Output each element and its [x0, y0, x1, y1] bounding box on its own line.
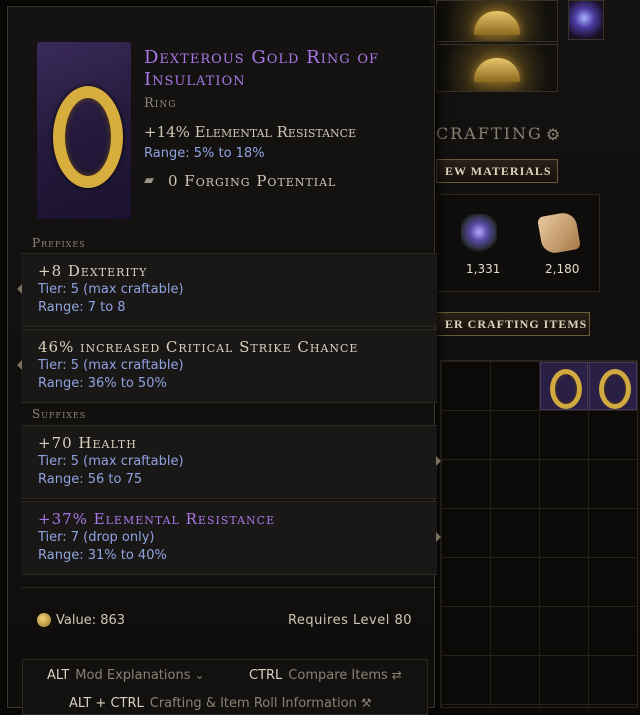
scroll-count: 2,180	[545, 262, 580, 276]
item-name: Dexterous Gold Ring of Insulation	[144, 47, 380, 90]
affix-tier: Tier: 5 (max craftable)	[38, 454, 184, 469]
affix-tier: Tier: 7 (drop only)	[38, 530, 155, 545]
crafting-title: CRAFTING	[436, 124, 543, 143]
prefixes-header: Prefixes	[32, 236, 86, 250]
inventory-grid[interactable]	[440, 360, 638, 708]
hint-label: Mod Explanations	[75, 668, 191, 683]
affix-marker-icon	[436, 456, 441, 466]
affix-range: Range: 31% to 40%	[38, 548, 167, 563]
ctrl-key: CTRL	[249, 668, 283, 683]
gold-ring-icon	[53, 86, 123, 188]
anvil-icon: ▰	[144, 173, 154, 188]
implicit-modifier: +14% Elemental Resistance	[144, 123, 357, 141]
sun-emblem-icon	[474, 58, 520, 83]
affix-name: 46% increased Critical Strike Chance	[38, 338, 359, 356]
alt-ctrl-key: ALT + CTRL	[69, 696, 144, 711]
affix-marker-icon	[17, 284, 22, 294]
equipment-slot-top[interactable]	[436, 0, 558, 42]
equipment-slot-middle[interactable]	[436, 44, 558, 92]
chevron-down-icon: ⌄	[194, 668, 205, 682]
prefix-affix: 46% increased Critical Strike Chance Tie…	[17, 329, 437, 403]
affix-marker-icon	[436, 532, 441, 542]
implicit-range: Range: 5% to 18%	[144, 146, 265, 161]
affix-tier: Tier: 5 (max craftable)	[38, 358, 184, 373]
gold-coin-icon	[37, 613, 51, 627]
suffix-affix: +70 Health Tier: 5 (max craftable) Range…	[21, 425, 441, 499]
affix-range: Range: 7 to 8	[38, 300, 126, 315]
affix-marker-icon	[17, 360, 22, 370]
hammer-icon: ⚒	[360, 696, 372, 710]
sun-emblem-icon	[474, 11, 520, 35]
ring-icon	[599, 369, 631, 409]
item-tooltip: Dexterous Gold Ring of Insulation Ring +…	[7, 6, 441, 715]
divider	[21, 587, 437, 588]
requires-level: Requires Level 80	[287, 613, 412, 628]
hint-compare-items[interactable]: CTRL Compare Items ⇄	[249, 668, 402, 683]
affix-name: +37% Elemental Resistance	[38, 510, 276, 528]
inventory-ring-item[interactable]	[540, 362, 588, 410]
keybind-hints: ALT Mod Explanations ⌄ CTRL Compare Items ⇄ …	[22, 659, 428, 715]
suffixes-header: Suffixes	[32, 407, 87, 421]
inventory-ring-item[interactable]	[589, 362, 637, 410]
prefix-affix: +8 Dexterity Tier: 5 (max craftable) Ran…	[17, 253, 437, 327]
hint-crafting-info[interactable]: ALT + CTRL Crafting & Item Roll Informati…	[69, 696, 372, 711]
hint-mod-explanations[interactable]: ALT Mod Explanations ⌄	[47, 668, 205, 683]
affix-name: +70 Health	[38, 434, 137, 452]
shard-count: 1,331	[466, 262, 501, 276]
view-materials-button[interactable]: EW MATERIALS	[436, 159, 558, 183]
item-art	[37, 42, 131, 219]
hint-label: Crafting & Item Roll Information	[149, 696, 357, 711]
item-type: Ring	[144, 96, 177, 111]
rune-shard-icon[interactable]	[461, 214, 497, 254]
affix-range: Range: 36% to 50%	[38, 376, 167, 391]
item-value: Value: 863	[56, 613, 126, 628]
affix-tier: Tier: 5 (max craftable)	[38, 282, 184, 297]
forging-potential: 0 Forging Potential	[168, 172, 337, 190]
ring-icon	[550, 369, 582, 409]
other-crafting-items-button[interactable]: ER CRAFTING ITEMS	[436, 312, 590, 336]
swap-arrows-icon: ⇄	[391, 668, 402, 682]
suffix-affix: +37% Elemental Resistance Tier: 7 (drop …	[21, 501, 441, 575]
affix-name: +8 Dexterity	[38, 262, 148, 280]
affix-range: Range: 56 to 75	[38, 472, 143, 487]
corrupted-orb-icon[interactable]	[568, 0, 604, 40]
gear-icon[interactable]: ⚙	[544, 126, 562, 144]
alt-key: ALT	[47, 668, 70, 683]
hint-label: Compare Items	[288, 668, 388, 683]
